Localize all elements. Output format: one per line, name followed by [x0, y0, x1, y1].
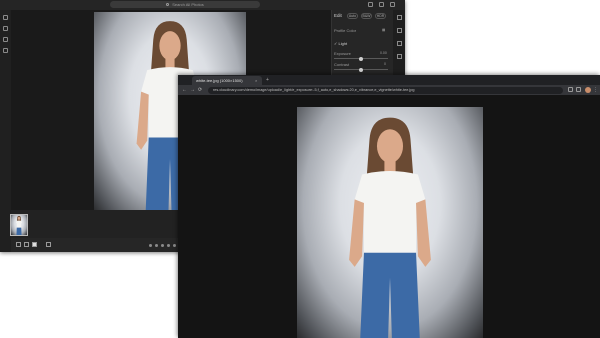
sort-icon[interactable] — [46, 242, 51, 247]
thumbnail-person — [15, 215, 23, 235]
bookmark-icon[interactable] — [576, 87, 581, 92]
filter-icon[interactable] — [3, 48, 8, 53]
back-icon[interactable]: ← — [182, 85, 187, 95]
menu-icon[interactable]: ⋮ — [593, 85, 598, 95]
exposure-slider[interactable] — [334, 56, 388, 61]
rating-star-icon[interactable] — [167, 244, 170, 247]
profile-label: Profile Color — [334, 28, 357, 33]
info-icon[interactable] — [396, 54, 402, 59]
editor-top-icons — [368, 2, 395, 7]
filter-icon[interactable] — [368, 2, 373, 7]
exposure-value[interactable]: 0.00 — [380, 51, 387, 55]
share-icon[interactable] — [390, 2, 395, 7]
rating-star-icon[interactable] — [149, 244, 152, 247]
avatar[interactable] — [585, 87, 591, 93]
contrast-slider[interactable] — [334, 67, 388, 72]
rating-star-icon[interactable] — [161, 244, 164, 247]
search-placeholder: Search All Photos — [172, 2, 204, 7]
reload-icon[interactable]: ⟳ — [198, 85, 202, 95]
detail-view-icon[interactable] — [32, 242, 37, 247]
contrast-slider-knob[interactable] — [359, 67, 363, 72]
person-illustration — [349, 117, 431, 338]
square-view-icon[interactable] — [24, 242, 29, 247]
light-section-header[interactable]: ✓ Light — [334, 41, 347, 46]
exposure-slider-knob[interactable] — [359, 56, 363, 61]
chevron-down-icon: ✓ — [334, 41, 338, 46]
profile-browser-icon[interactable]: ▦ — [382, 28, 385, 32]
people-icon[interactable] — [3, 37, 8, 42]
tab-image[interactable]: white-tee.jpg (1000×1500) — [192, 76, 262, 85]
edit-icon[interactable] — [3, 26, 8, 31]
search-input[interactable]: Search All Photos — [110, 1, 260, 8]
search-icon — [166, 3, 170, 6]
profile-value[interactable]: Color — [346, 28, 356, 33]
crop-icon[interactable] — [396, 28, 402, 33]
address-bar[interactable]: res.cloudinary.com/demo/image/upload/e_l… — [208, 86, 563, 94]
contrast-value[interactable]: 0 — [384, 62, 386, 66]
cloud-icon[interactable] — [379, 2, 384, 7]
browser-photo — [297, 107, 483, 338]
image-icon[interactable] — [3, 15, 8, 20]
close-icon[interactable]: × — [255, 76, 257, 85]
brush-icon[interactable] — [396, 41, 402, 46]
panel-title: Edit — [334, 13, 342, 18]
adjust-icon[interactable] — [396, 15, 402, 20]
browser-window: white-tee.jpg (1000×1500) × + ← → ⟳ res.… — [178, 75, 600, 338]
hdr-button[interactable]: HDR — [375, 13, 386, 19]
contrast-label: Contrast — [334, 62, 350, 67]
new-tab-button[interactable]: + — [266, 76, 269, 85]
filmstrip-thumbnail[interactable] — [10, 214, 28, 236]
exposure-label: Exposure — [334, 51, 351, 56]
extension-icon[interactable] — [568, 87, 573, 92]
bw-button[interactable]: B&W — [361, 13, 372, 19]
rating-star-icon[interactable] — [173, 244, 176, 247]
forward-icon[interactable]: → — [190, 85, 195, 95]
auto-button[interactable]: Auto — [347, 13, 358, 19]
grid-view-icon[interactable] — [16, 242, 21, 247]
rating-star-icon[interactable] — [155, 244, 158, 247]
